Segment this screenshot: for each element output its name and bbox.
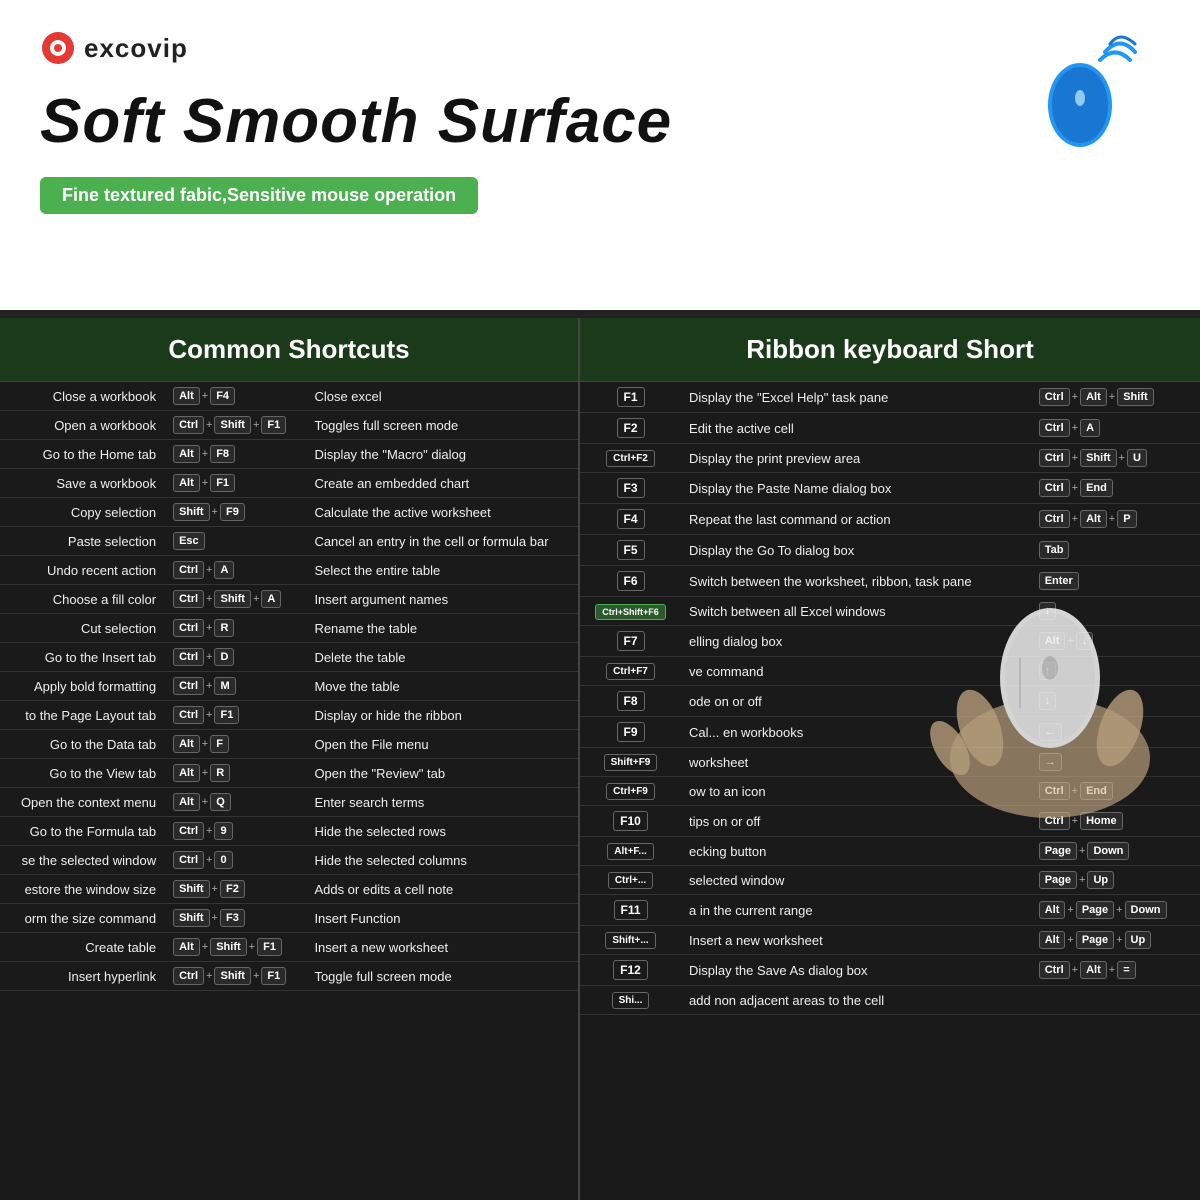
right-shortcuts-table: F1 Display the "Excel Help" task pane Ct… <box>580 382 1200 1015</box>
section-divider <box>0 310 1200 318</box>
logo-area: excovip <box>40 30 1160 66</box>
table-row: F5 Display the Go To dialog box Tab <box>580 535 1200 566</box>
table-row: F4 Repeat the last command or action Ctr… <box>580 504 1200 535</box>
table-row: Go to the Data tab Alt+F Open the File m… <box>0 730 578 759</box>
left-col-header: Common Shortcuts <box>0 318 578 382</box>
table-row: Go to the Insert tab Ctrl+D Delete the t… <box>0 643 578 672</box>
subtitle-badge: Fine textured fabic,Sensitive mouse oper… <box>40 177 478 214</box>
table-row: Apply bold formatting Ctrl+M Move the ta… <box>0 672 578 701</box>
brand-logo-icon <box>40 30 76 66</box>
table-row: F3 Display the Paste Name dialog box Ctr… <box>580 473 1200 504</box>
table-row: Ctrl+F9 ow to an icon Ctrl+End <box>580 777 1200 806</box>
table-row: F10 tips on or off Ctrl+Home <box>580 806 1200 837</box>
table-row: se the selected window Ctrl+0 Hide the s… <box>0 846 578 875</box>
brand-name: excovip <box>84 33 188 64</box>
table-row: Ctrl+F2 Display the print preview area C… <box>580 444 1200 473</box>
table-row: Open the context menu Alt+Q Enter search… <box>0 788 578 817</box>
table-row: F6 Switch between the worksheet, ribbon,… <box>580 566 1200 597</box>
top-section: excovip Soft Smooth Surface Fine texture… <box>0 0 1200 310</box>
table-row: Cut selection Ctrl+R Rename the table <box>0 614 578 643</box>
table-row: Ctrl+Shift+F6 Switch between all Excel w… <box>580 597 1200 626</box>
shortcuts-section: Common Shortcuts Close a workbook Alt+F4… <box>0 318 1200 1200</box>
table-row: to the Page Layout tab Ctrl+F1 Display o… <box>0 701 578 730</box>
table-row: Ctrl+F7 ve command ↑ <box>580 657 1200 686</box>
right-col-header: Ribbon keyboard Short <box>580 318 1200 382</box>
table-row: Choose a fill color Ctrl+Shift+A Insert … <box>0 585 578 614</box>
mouse-illustration <box>1020 30 1140 155</box>
table-row: Create table Alt+Shift+F1 Insert a new w… <box>0 933 578 962</box>
table-row: orm the size command Shift+F3 Insert Fun… <box>0 904 578 933</box>
table-row: F9 Cal... en workbooks ← <box>580 717 1200 748</box>
table-row: Go to the View tab Alt+R Open the "Revie… <box>0 759 578 788</box>
table-row: Alt+F... ecking button Page+Down <box>580 837 1200 866</box>
table-row: Copy selection Shift+F9 Calculate the ac… <box>0 498 578 527</box>
table-row: Insert hyperlink Ctrl+Shift+F1 Toggle fu… <box>0 962 578 991</box>
table-row: Open a workbook Ctrl+Shift+F1 Toggles fu… <box>0 411 578 440</box>
table-row: F11 a in the current range Alt+Page+Down <box>580 895 1200 926</box>
table-row: F1 Display the "Excel Help" task pane Ct… <box>580 382 1200 413</box>
left-column: Common Shortcuts Close a workbook Alt+F4… <box>0 318 580 1200</box>
table-row: Go to the Formula tab Ctrl+9 Hide the se… <box>0 817 578 846</box>
table-row: Shift+F9 worksheet → <box>580 748 1200 777</box>
table-row: estore the window size Shift+F2 Adds or … <box>0 875 578 904</box>
table-row: Shift+... Insert a new worksheet Alt+Pag… <box>580 926 1200 955</box>
left-shortcuts-table: Close a workbook Alt+F4 Close excel Open… <box>0 382 578 991</box>
right-column: Ribbon keyboard Short F1 Display the "Ex… <box>580 318 1200 1200</box>
table-row: F8 ode on or off ↓ <box>580 686 1200 717</box>
table-row: Save a workbook Alt+F1 Create an embedde… <box>0 469 578 498</box>
table-row: F2 Edit the active cell Ctrl+A <box>580 413 1200 444</box>
table-row: Go to the Home tab Alt+F8 Display the "M… <box>0 440 578 469</box>
table-row: Ctrl+... selected window Page+Up <box>580 866 1200 895</box>
table-row: Paste selection Esc Cancel an entry in t… <box>0 527 578 556</box>
main-title: Soft Smooth Surface <box>40 86 1160 157</box>
table-row: F12 Display the Save As dialog box Ctrl+… <box>580 955 1200 986</box>
table-row: Shi... add non adjacent areas to the cel… <box>580 986 1200 1015</box>
table-row: F7 elling dialog box Alt+↓ <box>580 626 1200 657</box>
table-row: Undo recent action Ctrl+A Select the ent… <box>0 556 578 585</box>
table-row: Close a workbook Alt+F4 Close excel <box>0 382 578 411</box>
